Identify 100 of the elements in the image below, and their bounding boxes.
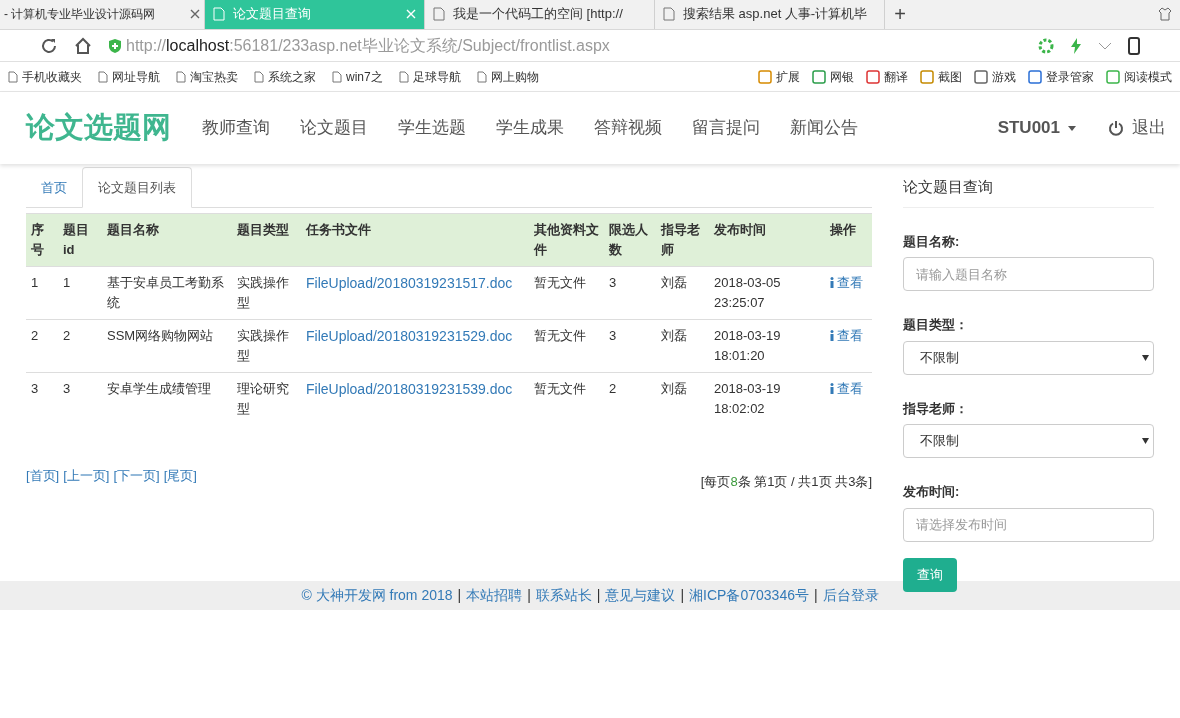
tool-icon xyxy=(1028,69,1042,84)
select-field[interactable]: 不限制 xyxy=(903,340,1154,375)
new-tab-button[interactable]: + xyxy=(885,0,915,29)
table-cell: 2018-03-05 23:25:07 xyxy=(709,266,825,320)
column-header: 任务书文件 xyxy=(301,213,529,267)
nav-link[interactable]: 学生选题 xyxy=(383,115,481,141)
logout-link[interactable]: 退出 xyxy=(1108,115,1166,141)
content-tab[interactable]: 首页 xyxy=(26,167,82,208)
bookmark-link[interactable]: 系统之家 xyxy=(268,67,316,86)
nav-link[interactable]: 教师查询 xyxy=(187,115,285,141)
home-icon[interactable] xyxy=(74,36,92,55)
phone-icon[interactable] xyxy=(1128,36,1140,55)
table-cell: 暂无文件 xyxy=(529,319,604,373)
column-header: 序号 xyxy=(26,213,58,267)
close-icon[interactable] xyxy=(190,9,200,19)
bookmark-link[interactable]: 手机收藏夹 xyxy=(22,67,82,86)
page-icon xyxy=(8,70,18,83)
reload-icon[interactable] xyxy=(40,36,58,55)
input-field[interactable]: 请选择发布时间 xyxy=(903,507,1154,542)
toolbar-item[interactable]: 网银 xyxy=(830,67,854,86)
chevron-down-icon[interactable] xyxy=(1098,40,1112,51)
info-icon xyxy=(830,277,834,288)
table-cell: 2 xyxy=(26,319,58,373)
page-icon xyxy=(176,70,186,83)
pager-link[interactable]: [首页] xyxy=(26,466,60,492)
toolbar-item[interactable]: 截图 xyxy=(938,67,962,86)
shield-icon xyxy=(108,37,122,54)
nav-link[interactable]: 新闻公告 xyxy=(775,115,873,141)
separator-text: | xyxy=(813,585,818,605)
user-menu[interactable]: STU001 xyxy=(997,115,1076,141)
table-cell: 安卓学生成绩管理 xyxy=(102,372,232,425)
toolbar-item[interactable]: 游戏 xyxy=(992,67,1016,86)
view-link[interactable]: 查看 xyxy=(830,328,863,343)
field-label: 发布时间: xyxy=(903,483,961,501)
content-tab[interactable]: 论文题目列表 xyxy=(82,167,192,208)
tool-icon xyxy=(866,69,880,84)
table-cell: 3 xyxy=(58,372,102,425)
table-cell: 2 xyxy=(58,319,102,373)
table-cell: 实践操作型 xyxy=(232,266,301,320)
table-cell: 2 xyxy=(604,372,656,425)
footer-link[interactable]: 联系站长 xyxy=(535,584,592,606)
page-icon xyxy=(254,70,264,83)
input-field[interactable]: 请输入题目名称 xyxy=(903,257,1154,291)
info-icon xyxy=(830,330,834,341)
file-link[interactable]: FileUpload/20180319231529.doc xyxy=(306,328,513,344)
file-link[interactable]: FileUpload/20180319231517.doc xyxy=(306,275,513,291)
field-label: 指导老师： xyxy=(903,399,969,418)
info-icon xyxy=(830,383,834,394)
toolbar-item[interactable]: 翻译 xyxy=(884,67,908,86)
tool-icon xyxy=(1106,69,1120,84)
caret-icon xyxy=(1142,354,1149,361)
table-cell: 1 xyxy=(58,266,102,320)
column-header: 题目类型 xyxy=(232,213,301,267)
lightning-icon[interactable] xyxy=(1070,37,1082,54)
footer-link[interactable]: 湘ICP备0703346号 xyxy=(689,584,809,606)
select-field[interactable]: 不限制 xyxy=(903,424,1154,458)
footer-link[interactable]: 意见与建议 xyxy=(605,584,676,606)
table-cell: 3 xyxy=(604,319,656,373)
column-header: 操作 xyxy=(825,213,872,267)
view-link[interactable]: 查看 xyxy=(830,275,863,290)
separator-text: | xyxy=(596,585,601,605)
separator-text: | xyxy=(680,585,685,605)
table-cell: 刘磊 xyxy=(656,266,709,320)
nav-link[interactable]: 论文题目 xyxy=(285,115,383,141)
pager-info: [每页8条 第1页 / 共1页 共3条] xyxy=(700,473,872,491)
shirt-icon[interactable] xyxy=(1158,7,1172,21)
toolbar-item[interactable]: 扩展 xyxy=(776,67,800,86)
tool-icon xyxy=(920,69,934,84)
bookmark-link[interactable]: 足球导航 xyxy=(412,67,461,86)
pager-link[interactable]: [尾页] xyxy=(163,466,197,492)
table-cell: SSM网络购物网站 xyxy=(102,319,232,373)
table-cell: 3 xyxy=(26,372,58,425)
nav-link[interactable]: 留言提问 xyxy=(677,115,775,141)
pager-link[interactable]: [上一页] xyxy=(63,466,110,492)
address-bar[interactable]: http://localhost:56181/233asp.net毕业论文系统/Subject/frontlist.aspx xyxy=(108,33,1022,58)
toolbar-item[interactable]: 登录管家 xyxy=(1046,67,1094,86)
panel-title: 论文题目查询 xyxy=(903,176,1154,208)
footer-link[interactable]: © 大神开发网 from 2018 xyxy=(301,584,453,606)
caret-icon xyxy=(1068,125,1076,131)
view-link[interactable]: 查看 xyxy=(830,381,863,396)
nav-link[interactable]: 学生成果 xyxy=(481,115,579,141)
table-cell: 暂无文件 xyxy=(529,372,604,425)
footer-link[interactable]: 后台登录 xyxy=(822,584,879,606)
pager-link[interactable]: [下一页] xyxy=(113,466,160,492)
tool-icon xyxy=(974,69,988,84)
nav-link[interactable]: 答辩视频 xyxy=(579,115,677,141)
bookmark-link[interactable]: 网上购物 xyxy=(490,67,539,86)
speed-icon[interactable] xyxy=(1038,37,1054,54)
bookmark-link[interactable]: 网址导航 xyxy=(112,67,160,86)
column-header: 发布时间 xyxy=(709,213,825,267)
page-icon xyxy=(663,7,675,21)
column-header: 指导老师 xyxy=(656,213,709,267)
footer-link[interactable]: 本站招聘 xyxy=(466,584,523,606)
bookmark-link[interactable]: 淘宝热卖 xyxy=(190,67,238,86)
bookmark-link[interactable]: win7之 xyxy=(346,67,383,86)
file-link[interactable]: FileUpload/20180319231539.doc xyxy=(306,381,513,397)
column-header: 题目名称 xyxy=(102,213,232,267)
table-cell: 1 xyxy=(26,266,58,320)
toolbar-item[interactable]: 阅读模式 xyxy=(1124,67,1172,86)
page-icon xyxy=(476,70,487,83)
